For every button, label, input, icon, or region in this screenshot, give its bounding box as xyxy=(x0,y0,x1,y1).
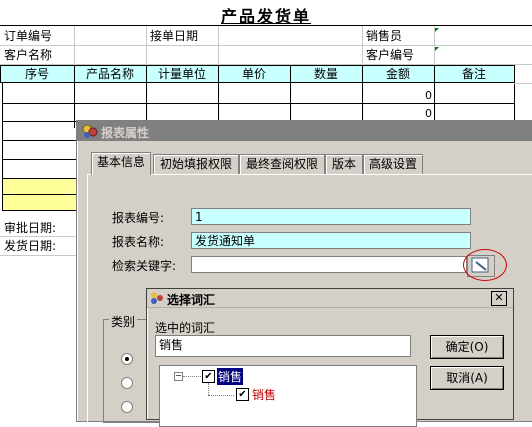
amount-cell: 0 xyxy=(425,107,432,120)
report-no-field[interactable]: 1 xyxy=(191,208,471,225)
report-app-icon xyxy=(82,124,98,138)
tab-advanced-settings[interactable]: 高级设置 xyxy=(363,154,423,174)
word-tree: − ✔ 销售 ✔ 销售 xyxy=(159,365,417,427)
selected-word-label: 选中的词汇 xyxy=(155,321,216,335)
salesperson-label: 销售员 xyxy=(366,29,403,43)
report-name-field[interactable]: 发货通知单 xyxy=(191,232,471,249)
sub-dialog-title: 选择词汇 xyxy=(167,293,216,307)
col-header: 备注 xyxy=(461,67,486,81)
col-header: 数量 xyxy=(290,65,363,83)
dialog-title: 报表属性 xyxy=(101,126,150,140)
keyword-label: 检索关键字: xyxy=(112,259,177,273)
keyword-field[interactable] xyxy=(191,256,467,273)
order-date-label: 接单日期 xyxy=(150,29,199,43)
col-header: 金额 xyxy=(362,65,435,83)
tab-basic-info[interactable]: 基本信息 xyxy=(91,152,151,175)
tree-root-checkbox[interactable]: ✔ xyxy=(202,370,215,383)
approve-date-label: 审批日期: xyxy=(4,221,57,235)
amount-cell: 0 xyxy=(425,89,432,102)
tree-child-label[interactable]: 销售 xyxy=(252,386,276,403)
category-radio-3[interactable] xyxy=(121,401,133,413)
category-label: 类别 xyxy=(109,313,138,330)
cancel-button[interactable]: 取消(A) xyxy=(430,366,504,390)
ship-date-label: 发货日期: xyxy=(4,239,57,253)
col-header: 单价 xyxy=(218,65,291,83)
sheet-title: 产品发货单 xyxy=(220,7,311,26)
tree-child-checkbox[interactable]: ✔ xyxy=(236,388,249,401)
category-radio-1[interactable] xyxy=(121,353,133,365)
select-word-app-icon xyxy=(151,292,163,304)
order-no-label: 订单编号 xyxy=(4,29,53,43)
tab-version[interactable]: 版本 xyxy=(325,154,363,174)
select-word-dialog: 选择词汇 ✕ 选中的词汇 销售 确定(O) 取消(A) − ✔ 销售 ✔ 销售 xyxy=(146,288,514,427)
tab-final-view-permission[interactable]: 最终查阅权限 xyxy=(239,154,325,174)
col-header: 产品名称 xyxy=(74,65,147,83)
category-radio-2[interactable] xyxy=(121,377,133,389)
ok-button[interactable]: 确定(O) xyxy=(430,335,504,359)
report-name-label: 报表名称: xyxy=(112,235,165,249)
col-header: 计量单位 xyxy=(146,65,219,83)
sub-dialog-titlebar[interactable]: 选择词汇 ✕ xyxy=(147,289,513,308)
customer-name-label: 客户名称 xyxy=(4,48,53,62)
col-header: 序号 xyxy=(0,65,75,83)
report-no-label: 报表编号: xyxy=(112,211,165,225)
highlight-circle xyxy=(463,249,507,281)
tab-initial-permission[interactable]: 初始填报权限 xyxy=(153,154,239,174)
customer-no-label: 客户编号 xyxy=(366,48,415,62)
close-icon[interactable]: ✕ xyxy=(491,291,507,306)
selected-word-field[interactable]: 销售 xyxy=(155,335,411,357)
tree-root-label[interactable]: 销售 xyxy=(217,368,244,385)
tree-collapse-icon[interactable]: − xyxy=(174,372,183,381)
dialog-titlebar[interactable]: 报表属性 xyxy=(77,121,532,141)
title-rule xyxy=(0,25,532,26)
